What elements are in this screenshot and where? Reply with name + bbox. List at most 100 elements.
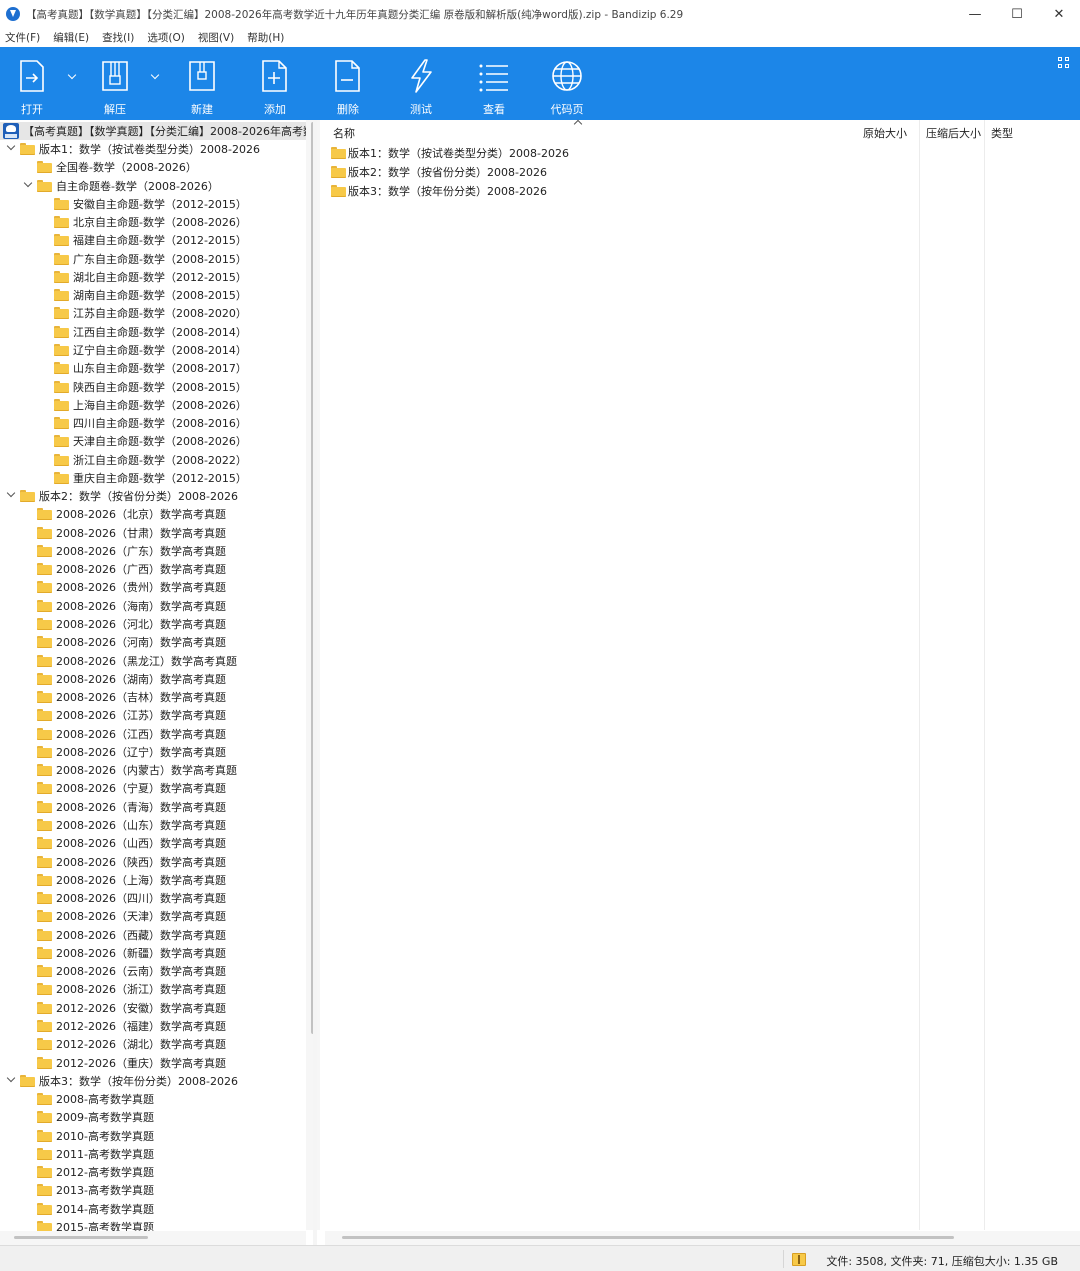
- tree-folder-item[interactable]: 2012-2026（重庆）数学高考真题: [37, 1054, 226, 1072]
- tree-folder-item[interactable]: 江苏自主命题-数学（2008-2020）: [54, 304, 247, 322]
- tree-folder-item[interactable]: 2008-高考数学真题: [37, 1090, 154, 1108]
- menu-view[interactable]: 视图(V): [198, 30, 234, 45]
- tree-folder-item[interactable]: 2008-2026（上海）数学高考真题: [37, 871, 226, 889]
- close-button[interactable]: ✕: [1038, 0, 1080, 28]
- tree-folder-item[interactable]: 2008-2026（天津）数学高考真题: [37, 907, 226, 925]
- tree-folder-item[interactable]: 湖北自主命题-数学（2012-2015）: [54, 268, 247, 286]
- tree-folder-item[interactable]: 2008-2026（北京）数学高考真题: [37, 505, 226, 523]
- tree-folder-item[interactable]: 2012-2026（湖北）数学高考真题: [37, 1035, 226, 1053]
- tree-horizontal-scroll-thumb[interactable]: [14, 1236, 148, 1239]
- tree-folder-item[interactable]: 福建自主命题-数学（2012-2015）: [54, 231, 247, 249]
- tree-folder-item[interactable]: 陕西自主命题-数学（2008-2015）: [54, 378, 247, 396]
- tree-folder-item[interactable]: 2012-高考数学真题: [37, 1163, 154, 1181]
- tree-folder-item[interactable]: 2008-2026（西藏）数学高考真题: [37, 926, 226, 944]
- tree-folder-item[interactable]: 2008-2026（湖南）数学高考真题: [37, 670, 226, 688]
- expand-chevron-icon[interactable]: [6, 490, 16, 500]
- tree-folder-item[interactable]: 2008-2026（陕西）数学高考真题: [37, 853, 226, 871]
- tree-folder-item[interactable]: 2008-2026（山东）数学高考真题: [37, 816, 226, 834]
- tree-folder-item[interactable]: 2008-2026（黑龙江）数学高考真题: [37, 652, 237, 670]
- tree-folder-item[interactable]: 2008-2026（吉林）数学高考真题: [37, 688, 226, 706]
- tree-folder-item[interactable]: 2008-2026（河南）数学高考真题: [37, 633, 226, 651]
- tree-folder-item[interactable]: 2013-高考数学真题: [37, 1181, 154, 1199]
- list-item[interactable]: 版本2：数学（按省份分类）2008-2026: [331, 162, 547, 181]
- column-divider[interactable]: [984, 120, 985, 1230]
- tree-folder-item[interactable]: 广东自主命题-数学（2008-2015）: [54, 250, 247, 268]
- tree-folder-item[interactable]: 安徽自主命题-数学（2012-2015）: [54, 195, 247, 213]
- folder-tree-pane[interactable]: 【高考真题】【数学真题】【分类汇编】2008-2026年高考数学 版本1：数学（…: [0, 120, 313, 1245]
- tree-folder-item[interactable]: 2008-2026（广西）数学高考真题: [37, 560, 226, 578]
- list-horizontal-scroll-thumb[interactable]: [342, 1236, 954, 1239]
- list-item[interactable]: 版本3：数学（按年份分类）2008-2026: [331, 181, 547, 200]
- menu-options[interactable]: 选项(O): [147, 30, 184, 45]
- list-item[interactable]: 版本1：数学（按试卷类型分类）2008-2026: [331, 143, 569, 162]
- column-packed-size[interactable]: 压缩后大小: [926, 125, 981, 141]
- tree-folder-item[interactable]: 北京自主命题-数学（2008-2026）: [54, 213, 247, 231]
- view-button[interactable]: 查看: [464, 47, 524, 120]
- column-original-size[interactable]: 原始大小: [863, 125, 907, 141]
- column-type[interactable]: 类型: [991, 125, 1013, 141]
- layout-grid-icon[interactable]: [1058, 57, 1070, 69]
- menu-edit[interactable]: 编辑(E): [53, 30, 89, 45]
- tree-group-item[interactable]: 版本1：数学（按试卷类型分类）2008-2026: [20, 140, 260, 158]
- tree-folder-item[interactable]: 2008-2026（贵州）数学高考真题: [37, 578, 226, 596]
- tree-folder-item[interactable]: 上海自主命题-数学（2008-2026）: [54, 396, 247, 414]
- tree-folder-item[interactable]: 2010-高考数学真题: [37, 1127, 154, 1145]
- tree-folder-item[interactable]: 2008-2026（云南）数学高考真题: [37, 962, 226, 980]
- tree-folder-item[interactable]: 重庆自主命题-数学（2012-2015）: [54, 469, 247, 487]
- tree-folder-item[interactable]: 2008-2026（江西）数学高考真题: [37, 725, 226, 743]
- tree-folder-item[interactable]: 2008-2026（河北）数学高考真题: [37, 615, 226, 633]
- tree-folder-item[interactable]: 2008-2026（海南）数学高考真题: [37, 597, 226, 615]
- tree-folder-item[interactable]: 2009-高考数学真题: [37, 1108, 154, 1126]
- open-button[interactable]: 打开: [2, 47, 62, 120]
- tree-folder-item[interactable]: 2014-高考数学真题: [37, 1200, 154, 1218]
- tree-folder-item[interactable]: 江西自主命题-数学（2008-2014）: [54, 323, 247, 341]
- menu-file[interactable]: 文件(F): [5, 30, 40, 45]
- tree-folder-item[interactable]: 全国卷-数学（2008-2026）: [37, 158, 197, 176]
- expand-chevron-icon[interactable]: [6, 1075, 16, 1085]
- file-list-pane[interactable]: [325, 120, 1080, 1245]
- tree-folder-item[interactable]: 辽宁自主命题-数学（2008-2014）: [54, 341, 247, 359]
- add-button[interactable]: 添加: [245, 47, 305, 120]
- bandizip-app-icon[interactable]: [6, 7, 20, 21]
- tree-folder-item[interactable]: 2011-高考数学真题: [37, 1145, 154, 1163]
- tree-folder-item[interactable]: 2008-2026（新疆）数学高考真题: [37, 944, 226, 962]
- extract-button[interactable]: 解压: [85, 47, 145, 120]
- minimize-button[interactable]: —: [954, 0, 996, 28]
- tree-group-item[interactable]: 版本3：数学（按年份分类）2008-2026: [20, 1072, 238, 1090]
- test-button[interactable]: 测试: [391, 47, 451, 120]
- tree-folder-item[interactable]: 2012-2026（福建）数学高考真题: [37, 1017, 226, 1035]
- tree-item-label: 2012-2026（湖北）数学高考真题: [56, 1038, 226, 1052]
- column-divider[interactable]: [919, 120, 920, 1230]
- tree-folder-item[interactable]: 天津自主命题-数学（2008-2026）: [54, 432, 247, 450]
- tree-folder-item[interactable]: 四川自主命题-数学（2008-2016）: [54, 414, 247, 432]
- expand-chevron-icon[interactable]: [6, 143, 16, 153]
- menu-help[interactable]: 帮助(H): [247, 30, 284, 45]
- tree-folder-item[interactable]: 2008-2026（浙江）数学高考真题: [37, 980, 226, 998]
- tree-folder-item[interactable]: 2008-2026（甘肃）数学高考真题: [37, 524, 226, 542]
- tree-folder-item[interactable]: 2008-2026（广东）数学高考真题: [37, 542, 226, 560]
- tree-folder-item[interactable]: 2008-2026（山西）数学高考真题: [37, 834, 226, 852]
- expand-chevron-icon[interactable]: [23, 180, 33, 190]
- tree-folder-item[interactable]: 2008-2026（青海）数学高考真题: [37, 798, 226, 816]
- tree-folder-item[interactable]: 2008-2026（内蒙古）数学高考真题: [37, 761, 237, 779]
- tree-folder-item[interactable]: 2008-2026（辽宁）数学高考真题: [37, 743, 226, 761]
- menu-find[interactable]: 查找(I): [102, 30, 134, 45]
- tree-folder-item[interactable]: 湖南自主命题-数学（2008-2015）: [54, 286, 247, 304]
- tree-folder-item[interactable]: 山东自主命题-数学（2008-2017）: [54, 359, 247, 377]
- extract-dropdown-chevron-icon[interactable]: [151, 70, 161, 80]
- tree-root-archive[interactable]: 【高考真题】【数学真题】【分类汇编】2008-2026年高考数学: [0, 122, 313, 140]
- tree-folder-item[interactable]: 2012-2026（安徽）数学高考真题: [37, 999, 226, 1017]
- tree-folder-item[interactable]: 自主命题卷-数学（2008-2026）: [37, 177, 219, 195]
- open-dropdown-chevron-icon[interactable]: [68, 70, 78, 80]
- tree-folder-item[interactable]: 2008-2026（宁夏）数学高考真题: [37, 779, 226, 797]
- pane-splitter[interactable]: [313, 120, 317, 1245]
- tree-folder-item[interactable]: 浙江自主命题-数学（2008-2022）: [54, 451, 247, 469]
- codepage-button[interactable]: 代码页: [537, 47, 597, 120]
- new-archive-button[interactable]: 新建: [172, 47, 232, 120]
- tree-group-item[interactable]: 版本2：数学（按省份分类）2008-2026: [20, 487, 238, 505]
- tree-folder-item[interactable]: 2008-2026（四川）数学高考真题: [37, 889, 226, 907]
- delete-button[interactable]: 删除: [318, 47, 378, 120]
- maximize-button[interactable]: ☐: [996, 0, 1038, 28]
- column-name[interactable]: 名称: [333, 125, 355, 141]
- tree-folder-item[interactable]: 2008-2026（江苏）数学高考真题: [37, 706, 226, 724]
